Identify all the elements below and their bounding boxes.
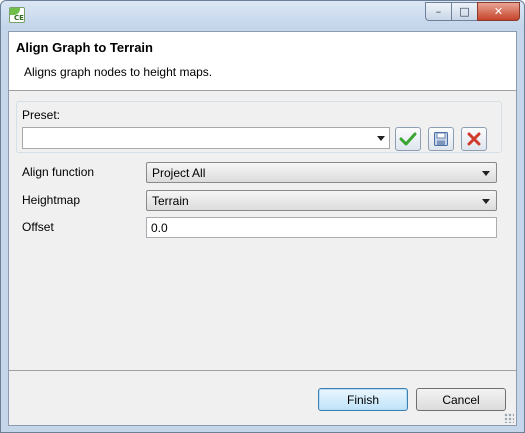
delete-icon xyxy=(467,132,481,146)
offset-input[interactable]: 0.0 xyxy=(146,217,497,238)
chevron-down-icon xyxy=(482,171,490,176)
heightmap-label: Heightmap xyxy=(22,193,81,207)
align-function-value: Project All xyxy=(152,166,206,180)
align-function-label: Align function xyxy=(22,165,95,179)
save-icon xyxy=(434,132,448,146)
title-bar[interactable]: CE – □ ✕ xyxy=(1,1,524,29)
heightmap-value: Terrain xyxy=(152,194,189,208)
app-icon-label: CE xyxy=(14,14,24,22)
chevron-down-icon xyxy=(377,136,385,141)
delete-preset-button[interactable] xyxy=(461,127,487,151)
close-button[interactable]: ✕ xyxy=(477,2,520,21)
app-icon: CE xyxy=(9,7,25,23)
heightmap-dropdown[interactable]: Terrain xyxy=(146,190,497,211)
preset-combo[interactable] xyxy=(22,127,390,149)
offset-label: Offset xyxy=(22,220,54,234)
dialog-window: CE – □ ✕ Align Graph to Terrain Aligns g… xyxy=(0,0,525,433)
offset-value: 0.0 xyxy=(151,221,168,235)
footer-divider xyxy=(9,370,516,371)
dialog-content: Align Graph to Terrain Aligns graph node… xyxy=(8,31,517,426)
resize-grip-icon[interactable] xyxy=(504,413,514,423)
finish-button[interactable]: Finish xyxy=(318,388,408,411)
chevron-down-icon xyxy=(482,199,490,204)
preset-label: Preset: xyxy=(22,108,61,122)
cancel-button[interactable]: Cancel xyxy=(416,388,506,411)
align-function-dropdown[interactable]: Project All xyxy=(146,162,497,183)
maximize-button[interactable]: □ xyxy=(451,2,477,21)
page-description: Aligns graph nodes to height maps. xyxy=(24,65,213,79)
dialog-header: Align Graph to Terrain Aligns graph node… xyxy=(9,32,516,91)
window-controls: – □ ✕ xyxy=(425,2,520,21)
apply-preset-button[interactable] xyxy=(395,127,421,151)
minimize-button[interactable]: – xyxy=(425,2,451,21)
checkmark-icon xyxy=(399,132,417,146)
page-title: Align Graph to Terrain xyxy=(16,40,153,55)
save-preset-button[interactable] xyxy=(428,127,454,151)
